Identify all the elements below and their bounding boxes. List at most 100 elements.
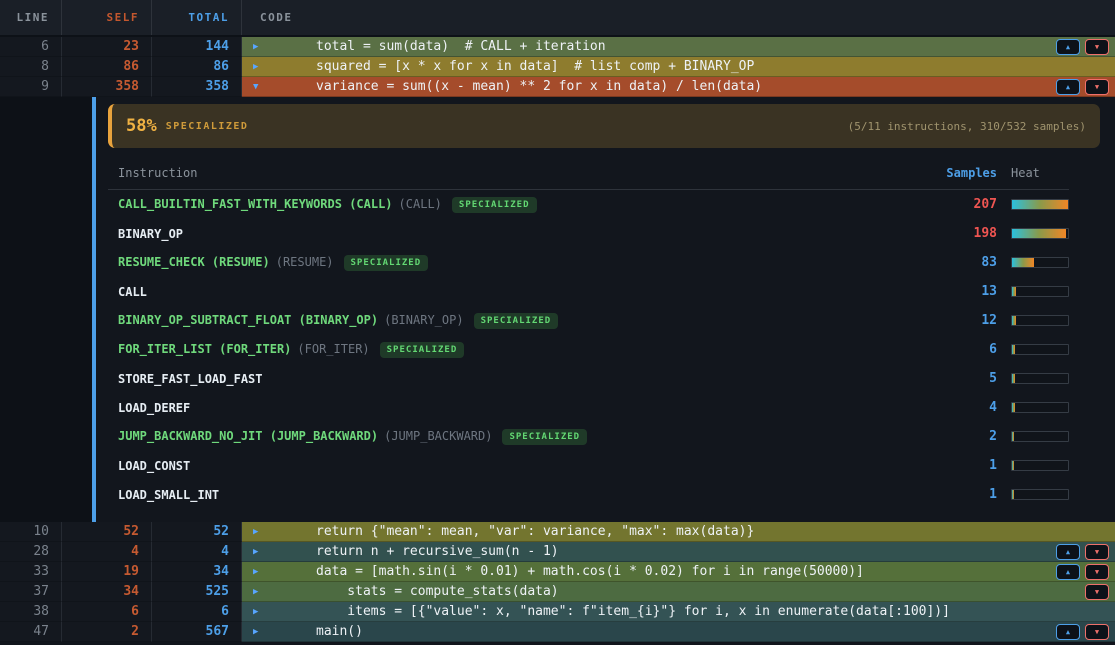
instruction-name: JUMP_BACKWARD_NO_JIT (JUMP_BACKWARD)(JUM… xyxy=(118,429,919,445)
instruction-samples: 6 xyxy=(933,342,997,357)
jump-down-button[interactable]: ▼ xyxy=(1085,79,1109,95)
expand-arrow-icon[interactable]: ▶ xyxy=(253,522,258,542)
instruction-samples: 2 xyxy=(933,429,997,444)
down-arrow-icon: ▼ xyxy=(1095,568,1099,576)
expand-arrow-icon[interactable]: ▶ xyxy=(253,542,258,562)
heat-bar xyxy=(1011,315,1069,326)
heat-bar xyxy=(1011,431,1069,442)
line-number-cell: 47 xyxy=(0,622,62,642)
up-arrow-icon: ▲ xyxy=(1066,43,1070,51)
jump-up-button[interactable]: ▲ xyxy=(1056,39,1080,55)
code-cell[interactable]: ▶ stats = compute_stats(data) ▼ xyxy=(242,582,1115,602)
code-cell[interactable]: ▼ variance = sum((x - mean) ** 2 for x in… xyxy=(242,77,1115,97)
code-line-row: 88686▶squared = [x * x for x in data] # … xyxy=(0,57,1115,77)
expand-arrow-icon[interactable]: ▶ xyxy=(253,562,258,582)
instruction-samples: 1 xyxy=(933,487,997,502)
instruction-row: LOAD_DEREF 4 xyxy=(108,393,1069,422)
expanded-detail-panel: 58% SPECIALIZED (5/11 instructions, 310/… xyxy=(0,97,1115,522)
code-cell[interactable]: ▶total = sum(data) # CALL + iteration▲▼ xyxy=(242,37,1115,57)
expand-arrow-icon[interactable]: ▶ xyxy=(253,57,258,77)
code-text: return {"mean": mean, "var": variance, "… xyxy=(316,522,754,542)
code-text: stats = compute_stats(data) xyxy=(316,582,559,602)
up-arrow-icon: ▲ xyxy=(1066,83,1070,91)
instruction-table-header: Instruction Samples Heat xyxy=(108,160,1069,190)
expanded-content: 58% SPECIALIZED (5/11 instructions, 310/… xyxy=(96,97,1115,522)
jump-down-button[interactable]: ▼ xyxy=(1085,544,1109,560)
heat-bar-fill xyxy=(1012,229,1066,238)
instruction-name: BINARY_OP xyxy=(118,227,919,241)
line-number-cell: 9 xyxy=(0,77,62,97)
total-samples-cell: 86 xyxy=(152,57,242,77)
jump-down-button[interactable]: ▼ xyxy=(1085,624,1109,640)
total-samples-cell: 525 xyxy=(152,582,242,602)
instruction-row: CALL_BUILTIN_FAST_WITH_KEYWORDS (CALL)(C… xyxy=(108,190,1069,219)
line-number-cell: 8 xyxy=(0,57,62,77)
jump-buttons: ▲▼ xyxy=(1056,564,1109,580)
code-cell[interactable]: ▶main()▲▼ xyxy=(242,622,1115,642)
column-header-line[interactable]: LINE xyxy=(0,0,62,35)
instruction-column-header: Instruction xyxy=(118,166,919,180)
jump-up-button[interactable]: ▲ xyxy=(1056,79,1080,95)
heat-bar xyxy=(1011,228,1069,239)
code-text: return n + recursive_sum(n - 1) xyxy=(316,542,559,562)
jump-down-button[interactable]: ▼ xyxy=(1085,584,1109,600)
specialization-percent: 58% xyxy=(126,116,157,136)
code-line-row: 105252▶return {"mean": mean, "var": vari… xyxy=(0,522,1115,542)
jump-down-button[interactable]: ▼ xyxy=(1085,39,1109,55)
code-cell[interactable]: ▶ return {"mean": mean, "var": variance, … xyxy=(242,522,1115,542)
instruction-base-op: (FOR_ITER) xyxy=(297,342,369,356)
instruction-row: LOAD_SMALL_INT1 xyxy=(108,480,1069,509)
instruction-row: BINARY_OP_SUBTRACT_FLOAT (BINARY_OP)(BIN… xyxy=(108,306,1069,335)
instruction-name: CALL xyxy=(118,285,919,299)
heat-bar-fill xyxy=(1012,490,1014,499)
collapse-arrow-icon[interactable]: ▼ xyxy=(253,77,258,97)
self-samples-cell: 4 xyxy=(62,542,152,562)
heat-bar-fill xyxy=(1012,432,1014,441)
jump-up-button[interactable]: ▲ xyxy=(1056,624,1080,640)
column-header-self[interactable]: SELF xyxy=(62,0,152,35)
expand-arrow-icon[interactable]: ▶ xyxy=(253,602,258,622)
line-number-cell: 6 xyxy=(0,37,62,57)
instruction-name: RESUME_CHECK (RESUME)(RESUME)SPECIALIZED xyxy=(118,255,919,271)
instruction-table: Instruction Samples Heat CALL_BUILTIN_FA… xyxy=(108,160,1069,509)
jump-up-button[interactable]: ▲ xyxy=(1056,544,1080,560)
instruction-samples: 4 xyxy=(933,400,997,415)
code-text: squared = [x * x for x in data] # list c… xyxy=(316,57,754,77)
jump-up-button[interactable]: ▲ xyxy=(1056,564,1080,580)
code-text: variance = sum((x - mean) ** 2 for x in … xyxy=(316,77,762,97)
self-samples-cell: 2 xyxy=(62,622,152,642)
total-samples-cell: 6 xyxy=(152,602,242,622)
heat-bar-fill xyxy=(1012,316,1016,325)
specialized-badge: SPECIALIZED xyxy=(344,255,429,271)
heat-bar-fill xyxy=(1012,461,1014,470)
heat-bar xyxy=(1011,199,1069,210)
self-samples-cell: 52 xyxy=(62,522,152,542)
code-cell[interactable]: ▶ items = [{"value": x, "name": f"item_{… xyxy=(242,602,1115,622)
heat-bar-fill xyxy=(1012,258,1034,267)
line-number-cell: 33 xyxy=(0,562,62,582)
specialized-badge: SPECIALIZED xyxy=(502,429,587,445)
code-text: data = [math.sin(i * 0.01) + math.cos(i … xyxy=(316,562,864,582)
expand-arrow-icon[interactable]: ▶ xyxy=(253,622,258,642)
instruction-rows: CALL_BUILTIN_FAST_WITH_KEYWORDS (CALL)(C… xyxy=(108,190,1069,509)
jump-down-button[interactable]: ▼ xyxy=(1085,564,1109,580)
expand-arrow-icon[interactable]: ▶ xyxy=(253,582,258,602)
self-samples-cell: 19 xyxy=(62,562,152,582)
code-cell[interactable]: ▶ squared = [x * x for x in data] # list … xyxy=(242,57,1115,77)
column-header-code[interactable]: CODE xyxy=(242,0,1115,35)
column-header-total[interactable]: TOTAL xyxy=(152,0,242,35)
code-cell[interactable]: ▶ return n + recursive_sum(n - 1) ▲ ▼ xyxy=(242,542,1115,562)
code-cell[interactable]: ▶ data = [math.sin(i * 0.01) + math.cos(i… xyxy=(242,562,1115,582)
code-line-row: 623144▶total = sum(data) # CALL + iterat… xyxy=(0,37,1115,57)
code-line-row: 3734525▶ stats = compute_stats(data)▼ xyxy=(0,582,1115,602)
instruction-base-op: (JUMP_BACKWARD) xyxy=(384,429,492,443)
instruction-name: LOAD_DEREF xyxy=(118,401,919,415)
expand-arrow-icon[interactable]: ▶ xyxy=(253,37,258,57)
heat-bar xyxy=(1011,373,1069,384)
instruction-name: STORE_FAST_LOAD_FAST xyxy=(118,372,919,386)
heat-bar-fill xyxy=(1012,345,1015,354)
code-line-row: 2844▶return n + recursive_sum(n - 1)▲▼ xyxy=(0,542,1115,562)
code-rows-bottom: 105252▶return {"mean": mean, "var": vari… xyxy=(0,522,1115,642)
jump-buttons: ▲▼ xyxy=(1056,624,1109,640)
total-samples-cell: 4 xyxy=(152,542,242,562)
